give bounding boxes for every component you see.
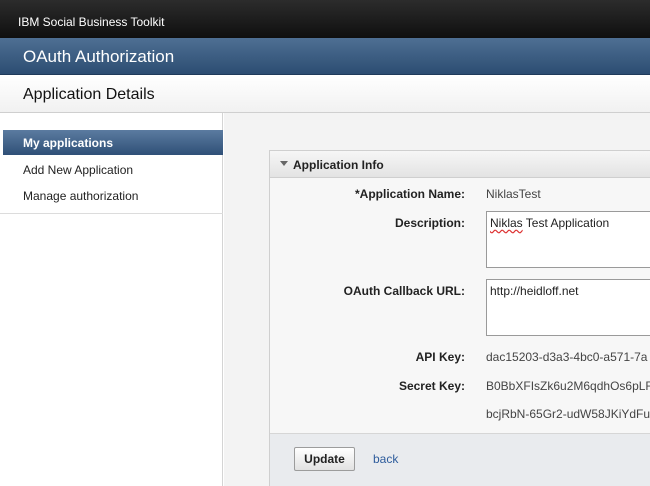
- secret-key-value: B0BbXFIsZk6u2M6qdhOs6pLF: [486, 379, 650, 393]
- collapse-triangle-icon[interactable]: [280, 161, 288, 166]
- sidebar-item-add-new-application[interactable]: Add New Application: [23, 163, 133, 177]
- page-title: OAuth Authorization: [23, 47, 175, 66]
- update-button[interactable]: Update: [294, 447, 355, 471]
- sidebar-item-label: My applications: [23, 136, 114, 150]
- panel-footer: Update back: [270, 433, 650, 486]
- title-bar: OAuth Authorization: [0, 38, 650, 75]
- toolkit-name: IBM Social Business Toolkit: [18, 15, 165, 29]
- secret-key-label: Secret Key:: [398, 379, 465, 393]
- sidebar-item-manage-authorization[interactable]: Manage authorization: [23, 189, 138, 203]
- panel-title: Application Info: [293, 158, 384, 172]
- secret-key-value-line2: bcjRbN-65Gr2-udW58JKiYdFu: [486, 407, 650, 421]
- app-name-label: *Application Name:: [354, 187, 465, 201]
- api-key-label: API Key:: [415, 350, 465, 364]
- description-textarea[interactable]: Niklas Test Application: [486, 211, 650, 268]
- sidebar-item-my-applications[interactable]: My applications: [3, 130, 223, 155]
- main-content: Application Info *Application Name: Nikl…: [224, 113, 650, 486]
- top-banner: IBM Social Business Toolkit: [0, 0, 650, 38]
- back-link[interactable]: back: [373, 452, 398, 466]
- description-label: Description:: [394, 216, 465, 230]
- sidebar-divider: [0, 213, 223, 214]
- callback-url-label: OAuth Callback URL:: [343, 284, 465, 298]
- application-info-panel: Application Info *Application Name: Nikl…: [269, 150, 650, 486]
- description-text-misspelled: Niklas: [490, 216, 523, 230]
- sidebar: My applications Add New Application Mana…: [0, 113, 223, 486]
- api-key-value: dac15203-d3a3-4bc0-a571-7a: [486, 350, 648, 364]
- description-text: Test Application: [522, 216, 610, 230]
- callback-url-textarea[interactable]: http://heidloff.net: [486, 279, 650, 336]
- app-name-value: NiklasTest: [486, 187, 541, 201]
- panel-header[interactable]: Application Info: [270, 151, 650, 178]
- subtitle-bar: Application Details: [0, 75, 650, 113]
- page-subtitle: Application Details: [23, 86, 155, 103]
